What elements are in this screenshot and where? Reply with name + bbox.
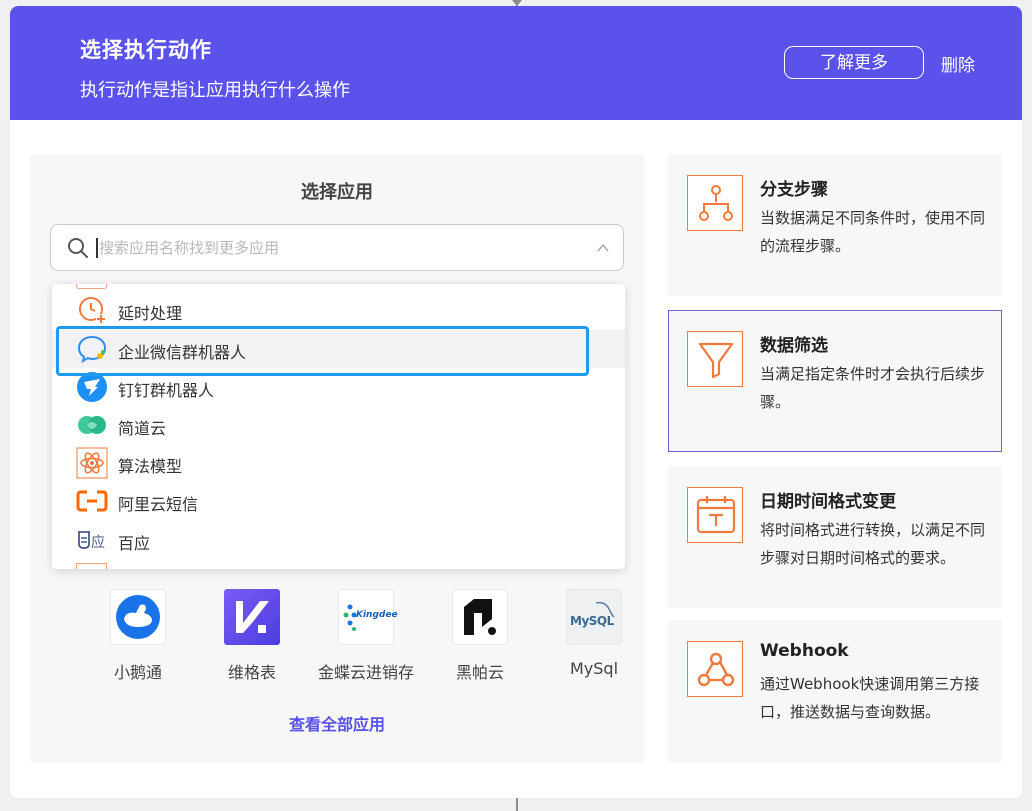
step-card-webhook[interactable]: Webhook 通过Webhook快速调用第三方接口，推送数据与查询数据。 xyxy=(668,620,1002,762)
see-all-apps-link[interactable]: 查看全部应用 xyxy=(30,711,644,735)
search-icon xyxy=(68,238,88,258)
svg-text:应: 应 xyxy=(91,534,105,551)
step-description: 当数据满足不同条件时，使用不同的流程步骤。 xyxy=(760,209,986,255)
list-item-label: 百应 xyxy=(118,534,151,553)
page-title: 选择执行动作 xyxy=(80,38,212,62)
app-name: 小鹅通 xyxy=(113,663,162,682)
step-description: 将时间格式进行转换，以满足不同步骤对日期时间格式的要求。 xyxy=(760,521,986,567)
webhook-icon xyxy=(697,652,735,687)
app-search-input[interactable] xyxy=(99,235,579,261)
app-tile-xiaoetong[interactable]: 小鹅通 xyxy=(83,589,193,683)
step-description: 当满足指定条件时才会执行后续步骤。 xyxy=(760,365,986,411)
app-icon-box: MySQL xyxy=(566,589,622,645)
list-item[interactable]: 阿里云短信 xyxy=(52,482,625,520)
step-icon-box xyxy=(687,641,743,697)
kingdee-logo-text: Kingdee xyxy=(356,610,398,620)
wecom-bot-icon xyxy=(77,335,107,364)
app-name: 金蝶云进销存 xyxy=(317,663,414,682)
step-title: 分支步骤 xyxy=(760,180,828,200)
xiaoetong-icon xyxy=(116,595,160,639)
step-icon-box xyxy=(687,487,743,543)
list-item-label: 钉钉群机器人 xyxy=(118,381,215,400)
app-name: 维格表 xyxy=(227,663,276,682)
list-item-label: 阿里云短信 xyxy=(118,495,199,514)
select-app-panel: 选择应用 延时处理 xyxy=(30,154,644,763)
app-tile-vika[interactable]: 维格表 xyxy=(197,589,307,683)
vika-icon xyxy=(224,589,280,645)
list-item-label: 算法模型 xyxy=(118,457,183,476)
app-icon-box xyxy=(452,589,508,645)
atom-icon xyxy=(76,447,108,479)
partial-list-item-icon xyxy=(76,284,107,289)
list-item-label: 延时处理 xyxy=(118,304,183,323)
step-description: 通过Webhook快速调用第三方接口，推送数据与查询数据。 xyxy=(760,675,980,721)
step-title: 数据筛选 xyxy=(760,336,828,356)
step-icon-box xyxy=(687,331,743,387)
app-dropdown-list: 延时处理 企业微信群机器人 钉钉群机器人 简道云 算法模型 阿里云短信 应 百应 xyxy=(52,284,625,569)
aliyun-icon xyxy=(76,490,108,512)
app-icon-box xyxy=(110,589,166,645)
list-item[interactable]: 延时处理 xyxy=(52,291,625,329)
dingtalk-icon xyxy=(77,372,107,402)
chevron-up-icon[interactable] xyxy=(597,242,609,254)
step-card-filter[interactable]: 数据筛选 当满足指定条件时才会执行后续步骤。 xyxy=(668,310,1002,452)
list-item-highlighted[interactable]: 企业微信群机器人 xyxy=(52,330,625,368)
step-card-branch[interactable]: 分支步骤 当数据满足不同条件时，使用不同的流程步骤。 xyxy=(668,154,1002,296)
page-subtitle: 执行动作是指让应用执行什么操作 xyxy=(80,80,350,101)
select-app-title: 选择应用 xyxy=(301,182,373,203)
app-icon-box xyxy=(224,589,280,645)
delete-button[interactable]: 删除 xyxy=(941,51,975,76)
step-icon-box xyxy=(687,175,743,231)
app-name: 黑帕云 xyxy=(455,663,504,682)
list-item-label: 企业微信群机器人 xyxy=(118,343,247,362)
calendar-icon xyxy=(696,496,736,534)
app-icon-box: Kingdee xyxy=(338,589,398,645)
baiying-icon: 应 xyxy=(78,531,105,551)
connector-line-bottom xyxy=(516,798,518,811)
list-item-label: 简道云 xyxy=(118,419,167,438)
action-step-card: 选择执行动作 执行动作是指让应用执行什么操作 了解更多 删除 选择应用 搜索应用… xyxy=(10,6,1022,798)
step-header: 选择执行动作 执行动作是指让应用执行什么操作 了解更多 删除 xyxy=(10,6,1022,120)
app-search-box[interactable] xyxy=(50,224,624,271)
jiandaoyun-icon xyxy=(78,416,106,434)
list-item[interactable]: 简道云 xyxy=(52,406,625,444)
step-card-datetime[interactable]: 日期时间格式变更 将时间格式进行转换，以满足不同步骤对日期时间格式的要求。 xyxy=(668,466,1002,608)
partial-list-item-icon xyxy=(76,563,107,569)
app-name: MySql xyxy=(569,659,619,678)
text-cursor xyxy=(96,238,98,258)
step-title: 日期时间格式变更 xyxy=(760,492,896,512)
list-item[interactable]: 钉钉群机器人 xyxy=(52,368,625,406)
list-item[interactable]: 应 百应 xyxy=(52,521,625,559)
clock-plus-icon xyxy=(79,297,106,324)
app-tile-heipayun[interactable]: 黑帕云 xyxy=(425,589,535,683)
step-title: Webhook xyxy=(760,641,849,661)
heipayun-icon xyxy=(464,599,496,635)
filter-icon xyxy=(698,342,734,379)
mysql-logo-text: MySQL xyxy=(570,614,614,628)
learn-more-button[interactable]: 了解更多 xyxy=(784,46,924,79)
app-tile-mysql[interactable]: MySQL MySql xyxy=(539,589,649,678)
list-item[interactable]: 算法模型 xyxy=(52,444,625,482)
app-tile-kingdee[interactable]: Kingdee 金蝶云进销存 xyxy=(311,589,421,683)
branch-icon xyxy=(699,185,733,221)
